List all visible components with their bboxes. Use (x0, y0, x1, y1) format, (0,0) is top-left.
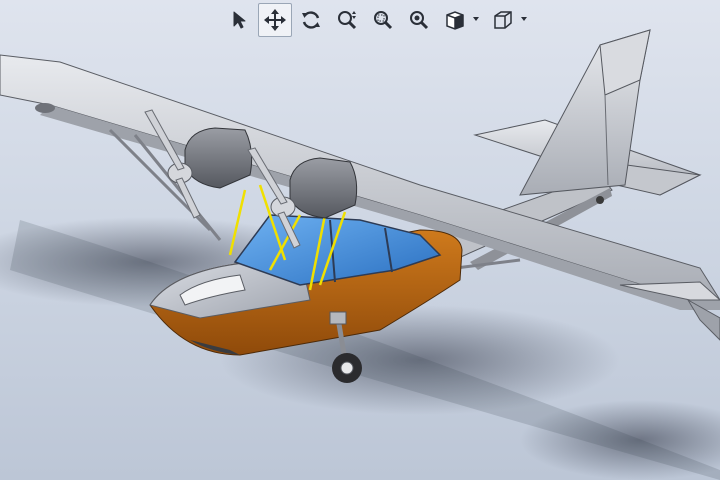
display-style-cube-icon (494, 11, 512, 29)
rotate-view-icon (302, 11, 320, 29)
zoom-to-area-button[interactable] (366, 3, 400, 37)
zoom-to-area-icon (374, 11, 393, 30)
heads-up-view-toolbar (222, 3, 532, 37)
rotate-view-button[interactable] (294, 3, 328, 37)
aircraft-model-view[interactable] (0, 0, 720, 480)
zoom-to-fit-icon (410, 11, 429, 30)
arrow-pointer-icon (233, 11, 246, 29)
view-orientation-icon (446, 11, 464, 30)
move-arrows-icon (264, 9, 286, 31)
3d-viewport[interactable] (0, 0, 720, 480)
select-tool-button[interactable] (222, 3, 256, 37)
zoom-in-out-icon (338, 11, 357, 30)
zoom-in-out-button[interactable] (330, 3, 364, 37)
view-orientation-dropdown[interactable] (438, 3, 484, 37)
chevron-down-icon (473, 17, 479, 21)
zoom-to-fit-button[interactable] (402, 3, 436, 37)
chevron-down-icon (521, 17, 527, 21)
display-style-dropdown[interactable] (486, 3, 532, 37)
pan-tool-button[interactable] (258, 3, 292, 37)
